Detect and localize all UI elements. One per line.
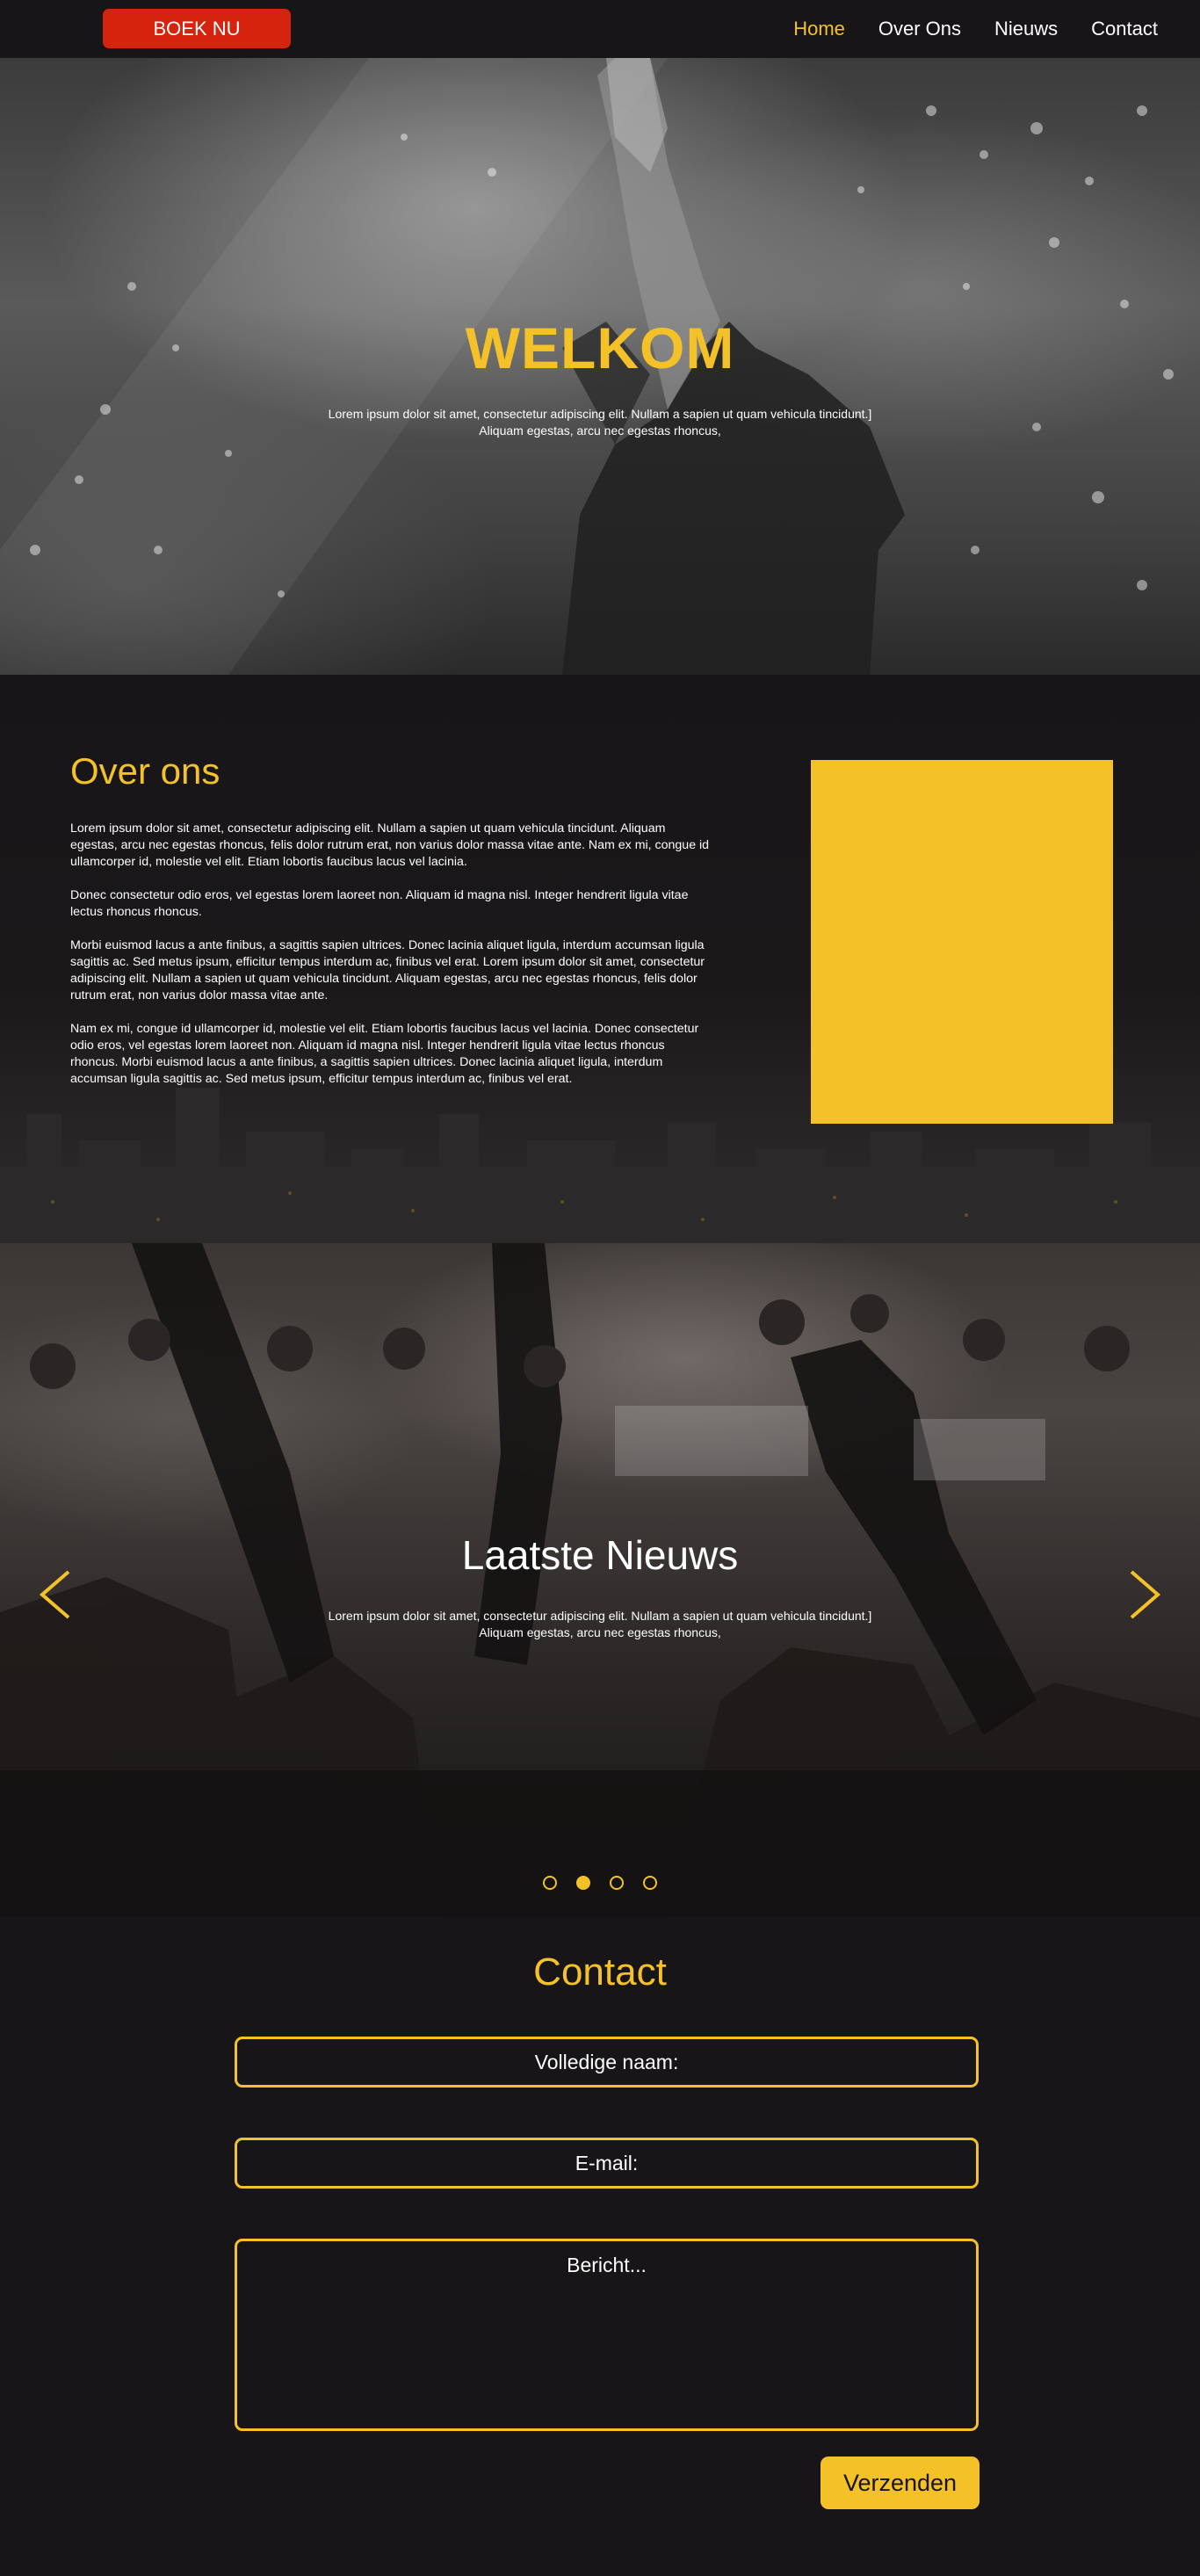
slider-dot-4[interactable] [643,1876,657,1890]
about-section: Over ons Lorem ipsum dolor sit amet, con… [0,675,1200,1243]
slider-dot-1[interactable] [543,1876,557,1890]
contact-title: Contact [533,1950,667,1994]
nav-link-home[interactable]: Home [793,18,845,40]
nav-links: Home Over Ons Nieuws Contact [793,0,1158,58]
hero-title: WELKOM [465,315,735,380]
full-name-field[interactable] [235,2037,979,2088]
news-text: Lorem ipsum dolor sit amet, consectetur … [328,1609,872,1639]
book-now-button[interactable]: BOEK NU [103,9,291,48]
email-field[interactable] [235,2138,979,2189]
about-paragraph: Donec consectetur odio eros, vel egestas… [70,888,689,919]
slider-dots [0,1876,1200,1890]
slider-dot-2[interactable] [576,1876,590,1890]
hero-section: WELKOM Lorem ipsum dolor sit amet, conse… [0,58,1200,675]
about-paragraph: Lorem ipsum dolor sit amet, consectetur … [70,821,710,869]
news-section: Laatste Nieuws Lorem ipsum dolor sit ame… [0,1243,1200,1917]
about-title: Over ons [70,750,220,792]
news-title: Laatste Nieuws [461,1532,739,1578]
nav-link-nieuws[interactable]: Nieuws [994,18,1058,40]
nav-link-contact[interactable]: Contact [1091,18,1158,40]
send-button[interactable]: Verzenden [820,2457,980,2509]
nav-link-over-ons[interactable]: Over Ons [878,18,961,40]
news-background-image [0,1243,1200,1917]
top-navbar: BOEK NU Home Over Ons Nieuws Contact [0,0,1200,58]
chevron-right-icon[interactable] [1124,1568,1165,1621]
about-text: Lorem ipsum dolor sit amet, consectetur … [70,821,712,1104]
about-paragraph: Nam ex mi, congue id ullamcorper id, mol… [70,1022,699,1086]
slider-dot-3[interactable] [610,1876,624,1890]
hero-text: Lorem ipsum dolor sit amet, consectetur … [328,407,872,438]
chevron-left-icon[interactable] [35,1568,76,1621]
contact-section: Contact Verzenden [0,1917,1200,2576]
about-paragraph: Morbi euismod lacus a ante finibus, a sa… [70,938,705,1002]
about-image-placeholder [811,760,1113,1124]
message-field[interactable] [235,2239,979,2431]
